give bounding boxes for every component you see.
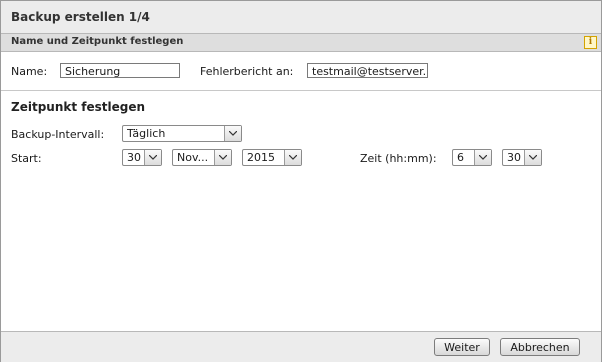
interval-label: Backup-Intervall: [11, 128, 105, 141]
start-day-value: 30 [127, 151, 141, 164]
chevron-down-icon [474, 150, 491, 165]
start-month-select[interactable]: Nov... [172, 149, 232, 166]
name-label: Name: [11, 65, 48, 78]
cancel-button[interactable]: Abbrechen [500, 338, 580, 356]
time-label: Zeit (hh:mm): [360, 152, 437, 165]
time-minute-select[interactable]: 30 [502, 149, 542, 166]
start-day-select[interactable]: 30 [122, 149, 162, 166]
section-title: Name und Zeitpunkt festlegen [11, 36, 184, 47]
start-month-value: Nov... [177, 151, 209, 164]
chevron-down-icon [224, 126, 241, 141]
error-report-input[interactable]: testmail@testserver. [307, 63, 428, 78]
interval-value: Täglich [127, 127, 166, 140]
chevron-down-icon [214, 150, 231, 165]
time-minute-value: 30 [507, 151, 521, 164]
start-label: Start: [11, 152, 42, 165]
section-header: Name und Zeitpunkt festlegen i [1, 34, 601, 52]
dialog-titlebar: Backup erstellen 1/4 [1, 1, 601, 34]
dialog-footer: Weiter Abbrechen [1, 331, 601, 362]
schedule-heading: Zeitpunkt festlegen [11, 100, 146, 114]
section-divider [1, 90, 601, 91]
name-input[interactable]: Sicherung [60, 63, 180, 78]
interval-select[interactable]: Täglich [122, 125, 242, 142]
dialog-title: Backup erstellen 1/4 [11, 10, 150, 24]
start-year-select[interactable]: 2015 [242, 149, 302, 166]
info-icon[interactable]: i [584, 36, 597, 49]
chevron-down-icon [144, 150, 161, 165]
start-year-value: 2015 [247, 151, 275, 164]
time-hour-select[interactable]: 6 [452, 149, 492, 166]
chevron-down-icon [524, 150, 541, 165]
error-report-label: Fehlerbericht an: [200, 65, 294, 78]
time-hour-value: 6 [457, 151, 464, 164]
backup-dialog: Backup erstellen 1/4 Name und Zeitpunkt … [0, 0, 602, 362]
next-button[interactable]: Weiter [434, 338, 490, 356]
chevron-down-icon [284, 150, 301, 165]
